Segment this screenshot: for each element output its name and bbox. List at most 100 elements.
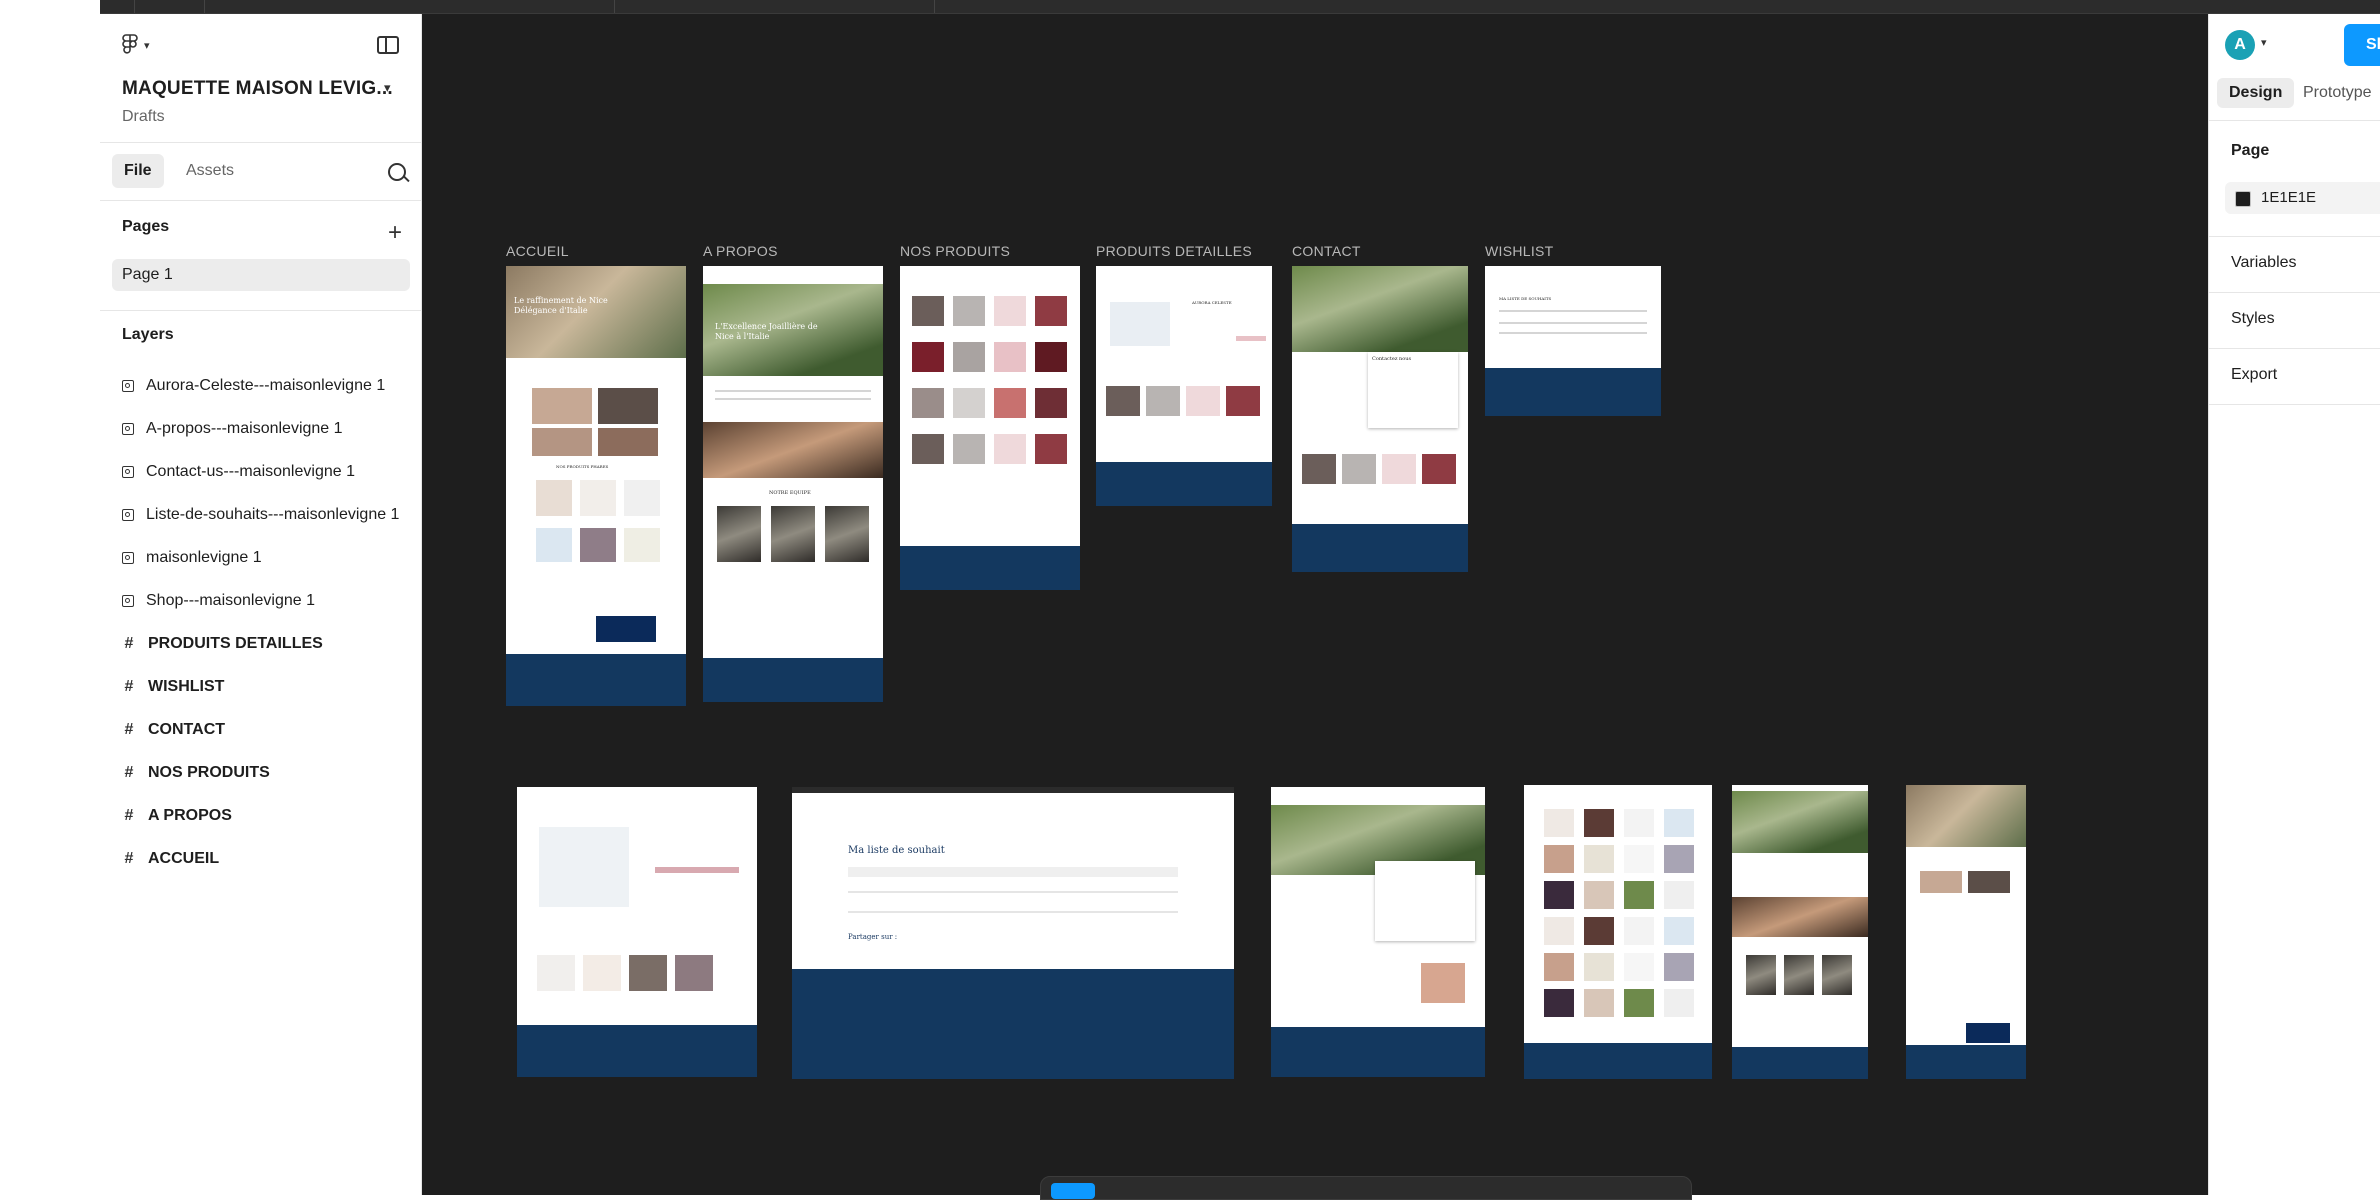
story-image bbox=[703, 422, 883, 478]
tab-segment[interactable] bbox=[204, 0, 615, 13]
tab-prototype[interactable]: Prototype bbox=[2303, 78, 2371, 108]
image-aurora-celeste[interactable] bbox=[517, 787, 757, 1077]
divider bbox=[2209, 404, 2380, 405]
avatar[interactable]: A bbox=[2225, 30, 2255, 60]
layer-label: Liste-de-souhaits---maisonlevigne 1 bbox=[146, 506, 400, 523]
browser-bar bbox=[792, 787, 1234, 793]
frame-label[interactable]: NOS PRODUITS bbox=[900, 243, 1010, 259]
tab-segment[interactable] bbox=[614, 0, 935, 13]
frame-accueil[interactable]: Le raffinement de Nice Délégance d'Itali… bbox=[506, 266, 686, 706]
product-image bbox=[583, 955, 621, 991]
chevron-down-icon[interactable]: ▾ bbox=[384, 80, 391, 96]
tab-file[interactable]: File bbox=[112, 154, 164, 188]
figma-window: ▾ MAQUETTE MAISON LEVIG... ▾ Drafts File… bbox=[100, 0, 2380, 1200]
swatch bbox=[1226, 386, 1260, 416]
frame-label[interactable]: A PROPOS bbox=[703, 243, 778, 259]
team-photo bbox=[1784, 955, 1814, 995]
site-footer bbox=[1096, 462, 1272, 506]
styles-section[interactable]: Styles bbox=[2231, 310, 2275, 328]
image-shop[interactable] bbox=[1524, 785, 1712, 1079]
layer-item[interactable]: Contact-us---maisonlevigne 1 bbox=[122, 460, 355, 484]
search-icon[interactable] bbox=[388, 163, 406, 181]
product-swatch bbox=[1035, 296, 1067, 326]
product-thumb bbox=[1544, 917, 1574, 945]
move-tool-button[interactable] bbox=[1051, 1183, 1095, 1199]
chevron-down-icon[interactable]: ▾ bbox=[2261, 36, 2267, 49]
frame-contact[interactable]: Contactez nous bbox=[1292, 266, 1468, 572]
tab-design[interactable]: Design bbox=[2217, 78, 2295, 108]
layer-item[interactable]: # PRODUITS DETAILLES bbox=[122, 632, 323, 656]
frame-wishlist[interactable]: MA LISTE DE SOUHAITS bbox=[1485, 266, 1661, 416]
product-thumb bbox=[1544, 809, 1574, 837]
variables-section[interactable]: Variables bbox=[2231, 254, 2297, 272]
color-swatch[interactable] bbox=[2235, 191, 2251, 207]
product-title: AURORA CELESTE bbox=[1192, 300, 1232, 305]
contact-form bbox=[1368, 352, 1458, 428]
image-icon bbox=[122, 380, 134, 392]
divider bbox=[100, 310, 422, 311]
image-liste-de-souhaits[interactable]: Ma liste de souhait Partager sur : bbox=[792, 787, 1234, 1079]
product-thumb bbox=[1624, 809, 1654, 837]
product-image bbox=[624, 528, 660, 562]
product-image bbox=[598, 428, 658, 456]
frame-label[interactable]: CONTACT bbox=[1292, 243, 1361, 259]
frame-icon: # bbox=[124, 635, 134, 652]
image-contact-us[interactable] bbox=[1271, 787, 1485, 1077]
frame-label[interactable]: PRODUITS DETAILLES bbox=[1096, 243, 1252, 259]
team-photo bbox=[771, 506, 815, 562]
product-image bbox=[536, 528, 572, 562]
image-maisonlevigne[interactable] bbox=[1906, 785, 2026, 1079]
site-footer bbox=[1906, 1045, 2026, 1079]
promo-image bbox=[596, 616, 656, 642]
divider bbox=[2209, 236, 2380, 237]
tab-segment[interactable] bbox=[134, 0, 205, 13]
product-thumb bbox=[1664, 989, 1694, 1017]
layer-item[interactable]: # ACCUEIL bbox=[122, 847, 220, 871]
tab-segment[interactable] bbox=[100, 0, 135, 13]
project-location[interactable]: Drafts bbox=[122, 108, 165, 126]
frame-nos-produits[interactable] bbox=[900, 266, 1080, 590]
export-section[interactable]: Export bbox=[2231, 366, 2277, 384]
product-swatch bbox=[912, 296, 944, 326]
frame-icon: # bbox=[124, 850, 134, 867]
team-photo bbox=[1822, 955, 1852, 995]
color-hex-value[interactable]: 1E1E1E bbox=[2261, 189, 2316, 206]
layer-item[interactable]: Shop---maisonlevigne 1 bbox=[122, 589, 315, 613]
frame-a-propos[interactable]: L'Excellence Joaillière de Nice à l'Ital… bbox=[703, 266, 883, 702]
layer-item[interactable]: # CONTACT bbox=[122, 718, 225, 742]
layer-label: Aurora-Celeste---maisonlevigne 1 bbox=[146, 377, 386, 394]
frame-produits-detailles[interactable]: AURORA CELESTE bbox=[1096, 266, 1272, 506]
frame-label[interactable]: ACCUEIL bbox=[506, 243, 569, 259]
tab-assets[interactable]: Assets bbox=[174, 154, 246, 188]
add-page-icon[interactable]: + bbox=[388, 221, 402, 245]
browser-tab-strip bbox=[100, 0, 2380, 14]
frame-label[interactable]: WISHLIST bbox=[1485, 243, 1554, 259]
divider bbox=[2209, 348, 2380, 349]
table-row bbox=[1499, 322, 1647, 324]
design-canvas[interactable]: ACCUEIL A PROPOS NOS PRODUITS PRODUITS D… bbox=[422, 14, 2208, 1195]
image-a-propos[interactable] bbox=[1732, 785, 1868, 1079]
site-footer bbox=[900, 546, 1080, 590]
project-title[interactable]: MAQUETTE MAISON LEVIG... bbox=[122, 78, 393, 100]
product-thumb bbox=[1544, 845, 1574, 873]
page-item[interactable]: Page 1 bbox=[112, 259, 410, 291]
layer-label: CONTACT bbox=[148, 721, 226, 738]
hero-image bbox=[1732, 791, 1868, 853]
layer-item[interactable]: # NOS PRODUITS bbox=[122, 761, 270, 785]
layer-item[interactable]: Aurora-Celeste---maisonlevigne 1 bbox=[122, 374, 385, 398]
layer-item[interactable]: Liste-de-souhaits---maisonlevigne 1 bbox=[122, 503, 399, 527]
share-button[interactable]: Sh bbox=[2344, 24, 2380, 66]
layer-item[interactable]: A-propos---maisonlevigne 1 bbox=[122, 417, 343, 441]
left-sidebar: ▾ MAQUETTE MAISON LEVIG... ▾ Drafts File… bbox=[100, 14, 422, 1195]
page-background-field[interactable]: 1E1E1E 100 % bbox=[2225, 182, 2380, 214]
layer-item[interactable]: # A PROPOS bbox=[122, 804, 232, 828]
sidebar-toggle-icon[interactable] bbox=[377, 36, 399, 54]
layer-item[interactable]: # WISHLIST bbox=[122, 675, 225, 699]
main-menu-button[interactable]: ▾ bbox=[122, 34, 150, 56]
layer-item[interactable]: maisonlevigne 1 bbox=[122, 546, 262, 570]
product-thumb bbox=[1584, 989, 1614, 1017]
figma-logo-icon bbox=[122, 34, 138, 54]
product-image bbox=[539, 827, 629, 907]
product-thumb bbox=[1664, 845, 1694, 873]
site-footer bbox=[1271, 1027, 1485, 1077]
